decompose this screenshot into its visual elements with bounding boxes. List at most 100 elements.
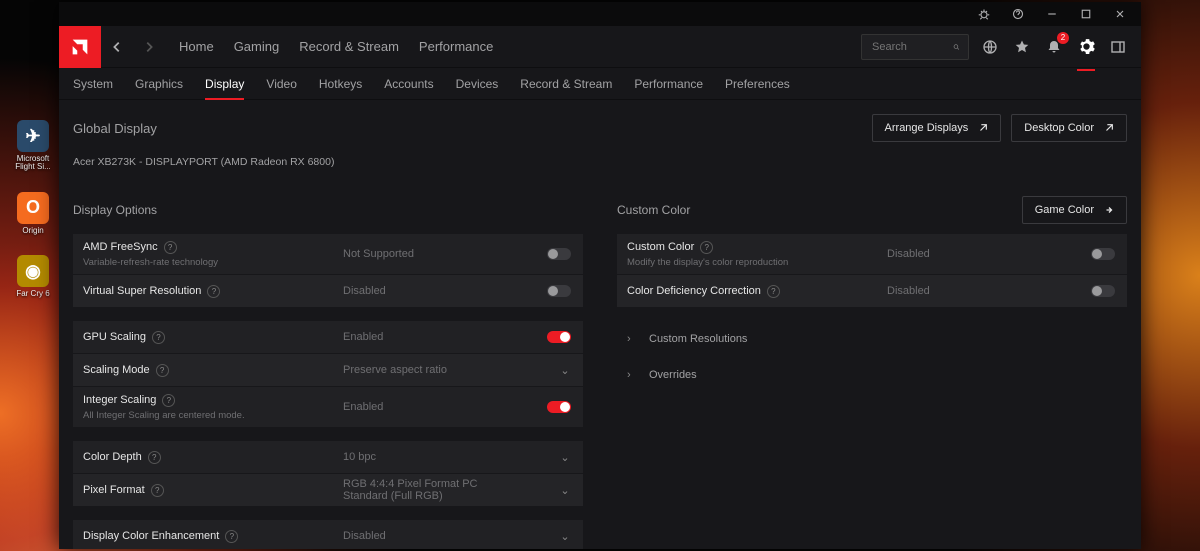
scalingmode-value: Preserve aspect ratio — [333, 364, 535, 376]
favorite-icon[interactable] — [1011, 36, 1033, 58]
subtab-display[interactable]: Display — [205, 68, 244, 100]
game-color-button[interactable]: Game Color — [1022, 196, 1127, 224]
help-icon[interactable]: ? — [162, 394, 175, 407]
farcry-icon: ◉ — [17, 255, 49, 287]
help-icon[interactable]: ? — [700, 241, 713, 254]
freesync-label: AMD FreeSync — [83, 241, 158, 253]
row-custom-color: Custom Color? Modify the display's color… — [617, 234, 1127, 274]
chevron-down-icon[interactable]: ⌄ — [559, 530, 571, 543]
colordepth-value: 10 bpc — [333, 451, 535, 463]
freesync-sublabel: Variable-refresh-rate technology — [83, 257, 323, 268]
subtab-video[interactable]: Video — [266, 68, 296, 100]
gpuscaling-value: Enabled — [333, 331, 535, 343]
custom-color-column: Custom Color Game Color Custom Color? Mo… — [617, 196, 1127, 549]
arrange-displays-label: Arrange Displays — [885, 122, 969, 134]
help-icon[interactable]: ? — [225, 530, 238, 543]
desktop-icons: ✈ Microsoft Flight Si... O Origin ◉ Far … — [12, 120, 54, 299]
help-icon[interactable]: ? — [148, 451, 161, 464]
nav-back-button[interactable] — [101, 26, 133, 68]
help-icon[interactable]: ? — [156, 364, 169, 377]
row-color-deficiency-correction: Color Deficiency Correction? Disabled — [617, 275, 1127, 307]
help-icon[interactable] — [1001, 2, 1035, 26]
customcolor-toggle[interactable] — [1091, 248, 1115, 260]
desktop-icon-origin[interactable]: O Origin — [12, 192, 54, 235]
close-icon[interactable] — [1103, 2, 1137, 26]
top-bar: Home Gaming Record & Stream Performance … — [59, 26, 1141, 68]
minimize-icon[interactable] — [1035, 2, 1069, 26]
gpuscaling-label: GPU Scaling — [83, 331, 146, 343]
subtab-record-stream[interactable]: Record & Stream — [520, 68, 612, 100]
subtab-performance[interactable]: Performance — [634, 68, 703, 100]
row-display-color-enhancement[interactable]: Display Color Enhancement? Disabled ⌄ — [73, 520, 583, 549]
settings-subtabs: System Graphics Display Video Hotkeys Ac… — [59, 68, 1141, 100]
content-area: Global Display Arrange Displays Desktop … — [59, 100, 1141, 549]
bug-report-icon[interactable] — [967, 2, 1001, 26]
subtab-hotkeys[interactable]: Hotkeys — [319, 68, 362, 100]
notifications-icon[interactable]: 2 — [1043, 36, 1065, 58]
help-icon[interactable]: ? — [164, 241, 177, 254]
external-icon — [978, 123, 988, 133]
freesync-value: Not Supported — [333, 248, 535, 260]
mainnav-gaming[interactable]: Gaming — [234, 39, 280, 54]
desktop-icon-label: Microsoft Flight Si... — [12, 155, 54, 172]
desktop-icon-farcry6[interactable]: ◉ Far Cry 6 — [12, 255, 54, 298]
desktop-color-button[interactable]: Desktop Color — [1011, 114, 1127, 142]
game-color-label: Game Color — [1035, 204, 1094, 216]
mainnav-performance[interactable]: Performance — [419, 39, 493, 54]
subtab-preferences[interactable]: Preferences — [725, 68, 790, 100]
intscaling-label: Integer Scaling — [83, 394, 156, 406]
help-icon[interactable]: ? — [207, 285, 220, 298]
subtab-devices[interactable]: Devices — [456, 68, 499, 100]
subtab-accounts[interactable]: Accounts — [384, 68, 433, 100]
plane-icon: ✈ — [17, 120, 49, 152]
mainnav-record-stream[interactable]: Record & Stream — [299, 39, 399, 54]
custom-resolutions-label: Custom Resolutions — [649, 333, 747, 345]
freesync-toggle[interactable] — [547, 248, 571, 260]
mainnav-home[interactable]: Home — [179, 39, 214, 54]
display-options-heading: Display Options — [73, 203, 157, 217]
row-pixel-format[interactable]: Pixel Format? RGB 4:4:4 Pixel Format PC … — [73, 474, 583, 506]
customcolor-value: Disabled — [877, 248, 1079, 260]
intscaling-toggle[interactable] — [547, 401, 571, 413]
chevron-down-icon[interactable]: ⌄ — [559, 364, 571, 377]
gpuscaling-toggle[interactable] — [547, 331, 571, 343]
search-box[interactable] — [861, 34, 969, 60]
subtab-graphics[interactable]: Graphics — [135, 68, 183, 100]
custom-color-heading: Custom Color — [617, 203, 690, 217]
expander-custom-resolutions[interactable]: › Custom Resolutions — [617, 321, 1127, 357]
arrange-displays-button[interactable]: Arrange Displays — [872, 114, 1002, 142]
top-right-tools: 2 — [861, 34, 1141, 60]
desktop-icon-label: Origin — [22, 227, 43, 235]
chevron-down-icon[interactable]: ⌄ — [559, 484, 571, 497]
desktop-icon-label: Far Cry 6 — [16, 290, 49, 298]
settings-icon[interactable] — [1075, 36, 1097, 58]
vsr-label: Virtual Super Resolution — [83, 285, 201, 297]
external-icon — [1104, 123, 1114, 133]
sidebar-toggle-icon[interactable] — [1107, 36, 1129, 58]
help-icon[interactable]: ? — [151, 484, 164, 497]
chevron-down-icon[interactable]: ⌄ — [559, 451, 571, 464]
cdc-toggle[interactable] — [1091, 285, 1115, 297]
cdc-label: Color Deficiency Correction — [627, 285, 761, 297]
web-icon[interactable] — [979, 36, 1001, 58]
help-icon[interactable]: ? — [152, 331, 165, 344]
row-scaling-mode[interactable]: Scaling Mode? Preserve aspect ratio ⌄ — [73, 354, 583, 386]
intscaling-sublabel: All Integer Scaling are centered mode. — [83, 410, 323, 421]
intscaling-value: Enabled — [333, 401, 535, 413]
notifications-badge: 2 — [1057, 32, 1069, 44]
vsr-toggle[interactable] — [547, 285, 571, 297]
subtab-system[interactable]: System — [73, 68, 113, 100]
scalingmode-label: Scaling Mode — [83, 364, 150, 376]
row-color-depth[interactable]: Color Depth? 10 bpc ⌄ — [73, 441, 583, 473]
maximize-icon[interactable] — [1069, 2, 1103, 26]
help-icon[interactable]: ? — [767, 285, 780, 298]
row-virtual-super-resolution: Virtual Super Resolution? Disabled — [73, 275, 583, 307]
desktop-icon-msfs[interactable]: ✈ Microsoft Flight Si... — [12, 120, 54, 172]
window-titlebar — [59, 2, 1141, 26]
chevron-right-icon: › — [627, 369, 637, 381]
amd-logo[interactable] — [59, 26, 101, 68]
search-input[interactable] — [870, 40, 953, 54]
expander-overrides[interactable]: › Overrides — [617, 357, 1127, 393]
pixelformat-label: Pixel Format — [83, 484, 145, 496]
nav-forward-button[interactable] — [133, 26, 165, 68]
